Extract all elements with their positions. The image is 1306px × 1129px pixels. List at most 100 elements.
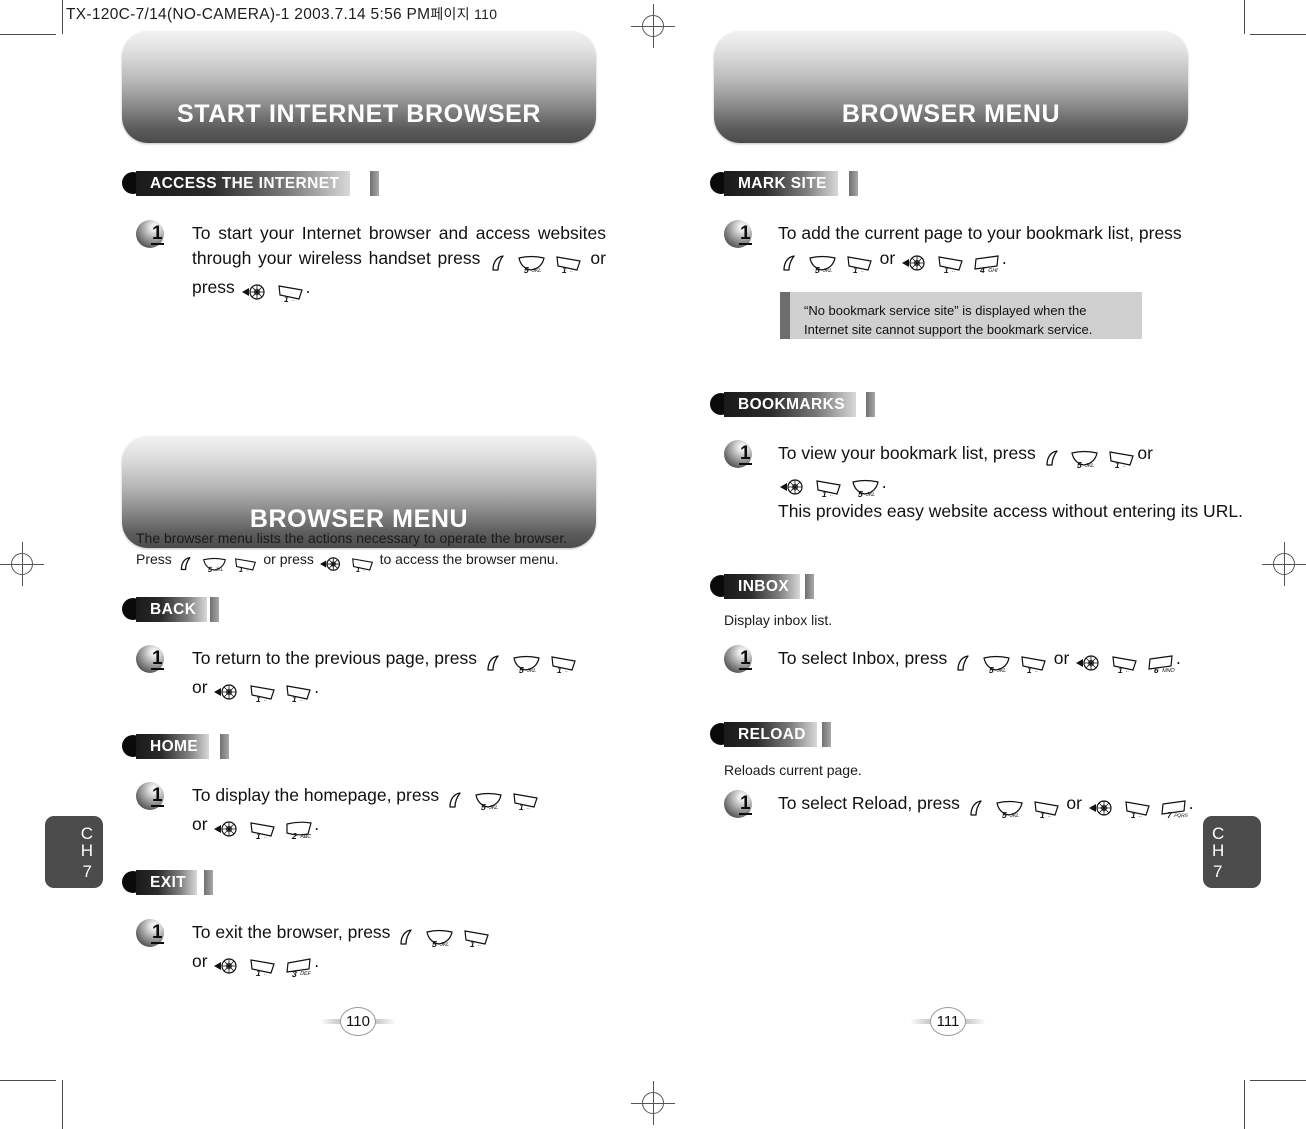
step-text-c: . bbox=[305, 277, 311, 297]
section-tick bbox=[866, 392, 875, 417]
step-number-badge: 1 bbox=[136, 782, 170, 812]
key-1-icon: 1.. bbox=[1020, 655, 1047, 675]
navigation-key-icon bbox=[241, 284, 268, 301]
key-sequence-soft-5-1: 5 JKL 1.. bbox=[395, 924, 492, 949]
navigation-key-icon bbox=[902, 255, 928, 272]
page-number-left: 110 bbox=[318, 1001, 398, 1041]
section-label: MARK SITE bbox=[738, 174, 827, 192]
page-title-banner-browser-menu-right: BROWSER MENU bbox=[714, 31, 1188, 143]
step-number: 1 bbox=[739, 648, 752, 670]
key-1-icon: 1.. bbox=[846, 255, 873, 275]
step-text-c: . bbox=[1188, 793, 1194, 813]
section-tick bbox=[822, 722, 831, 747]
note-line-2: Internet site cannot support the bookmar… bbox=[804, 322, 1093, 337]
soft-key-icon bbox=[780, 254, 799, 273]
key-sequence-soft-5-1: 5 JKL 1.. bbox=[952, 650, 1049, 675]
trim-line-bottom-left bbox=[0, 1080, 56, 1081]
section-label: BOOKMARKS bbox=[738, 395, 845, 413]
key-4-icon: 4 GHI bbox=[973, 255, 1000, 275]
soft-key-icon bbox=[489, 254, 508, 273]
navigation-key-icon bbox=[1076, 655, 1102, 672]
page-title-banner-start-internet-browser: START INTERNET BROWSER bbox=[122, 31, 596, 143]
step-text: To select Reload, press bbox=[778, 793, 960, 813]
section-label: HOME bbox=[150, 737, 199, 755]
step-number: 1 bbox=[151, 223, 164, 245]
trim-line-top-right bbox=[1250, 34, 1306, 35]
key-sequence-nav-1-7: 1.. 7 PQRS bbox=[1087, 795, 1189, 820]
section-tick bbox=[220, 734, 229, 759]
key-2-icon: 2 ABC bbox=[285, 821, 312, 841]
key-sequence-soft-5-1: 5 JKL 1.. bbox=[487, 250, 584, 275]
step-text: To select Inbox, press bbox=[778, 648, 948, 668]
key-sequence-soft-5-1: 5 JKL 1.. bbox=[778, 250, 875, 275]
key-1-icon: 1.. bbox=[234, 557, 257, 574]
soft-key-icon bbox=[397, 928, 416, 947]
step-text-c: . bbox=[314, 814, 320, 834]
key-1-icon: 1.. bbox=[550, 655, 577, 675]
key-1-icon: 1.. bbox=[937, 255, 964, 275]
step-number-badge: 1 bbox=[724, 645, 758, 675]
note-box-no-bookmark-service: “No bookmark service site” is displayed … bbox=[780, 292, 1152, 339]
step-text-c: . bbox=[1001, 248, 1007, 268]
key-5-icon: 5 JKL bbox=[474, 792, 503, 812]
chapter-tab-right: C H 7 bbox=[1203, 816, 1261, 888]
step-text-b: or bbox=[1066, 793, 1082, 813]
section-tick bbox=[805, 574, 814, 599]
step-number-badge: 1 bbox=[724, 440, 758, 470]
key-3-icon: 3 DEF bbox=[285, 958, 312, 979]
step-number: 1 bbox=[739, 443, 752, 465]
key-1-icon: 1.. bbox=[815, 479, 842, 499]
key-5-icon: 5 JKL bbox=[512, 655, 541, 675]
browser-menu-intro: The browser menu lists the actions neces… bbox=[136, 528, 606, 574]
page-title: START INTERNET BROWSER bbox=[176, 100, 542, 128]
trim-line-top-left bbox=[0, 34, 56, 35]
intro-line-2: Press 5 JKL 1.. or press 1.. to access th… bbox=[136, 551, 559, 575]
key-5-icon: 5 JKL bbox=[202, 557, 227, 574]
page-number-value: 110 bbox=[346, 1013, 370, 1030]
key-5-icon: 5 JKL bbox=[425, 929, 454, 949]
soft-key-icon bbox=[954, 654, 973, 673]
navigation-key-icon bbox=[214, 821, 240, 838]
inbox-description: Display inbox list. bbox=[724, 612, 833, 628]
step-text-b: or bbox=[879, 248, 896, 268]
key-sequence-soft-5-1: 5 JKL 1.. bbox=[482, 650, 579, 675]
key-5-icon: 5 JKL bbox=[982, 655, 1011, 675]
note-spine bbox=[780, 292, 790, 339]
soft-key-icon bbox=[484, 654, 503, 673]
soft-key-icon bbox=[178, 556, 194, 572]
step-text-c: . bbox=[314, 951, 320, 971]
soft-key-icon bbox=[446, 791, 465, 810]
key-6-icon: 6 MNO bbox=[1147, 655, 1175, 675]
step-number-badge: 1 bbox=[136, 220, 170, 250]
key-5-icon: 5 JKL bbox=[995, 800, 1024, 820]
step-text-c: . bbox=[881, 472, 887, 492]
key-1-icon: 1.. bbox=[1124, 800, 1151, 820]
page-number-value: 111 bbox=[936, 1013, 960, 1030]
chapter-tab-number: 7 bbox=[82, 862, 93, 881]
key-5-icon: 5 JKL bbox=[517, 255, 546, 275]
step-number: 1 bbox=[151, 922, 164, 944]
navigation-key-icon bbox=[780, 479, 806, 496]
key-1-icon: 1.. bbox=[512, 792, 539, 812]
trim-line-bottom-right bbox=[1250, 1080, 1306, 1081]
key-sequence-nav-1-4: 1.. 4 GHI bbox=[900, 250, 1002, 275]
chapter-tab-c: C bbox=[1212, 824, 1226, 843]
chapter-tab-h: H bbox=[1212, 841, 1226, 860]
page-number-right: 111 bbox=[908, 1001, 988, 1041]
key-sequence-nav-1-5: 1.. 5 JKL bbox=[778, 474, 882, 499]
section-tick bbox=[370, 171, 379, 196]
step-number: 1 bbox=[739, 223, 752, 245]
key-sequence-soft-5-1: 5 JKL 1.. bbox=[176, 553, 260, 574]
key-5-icon: 5 JKL bbox=[851, 479, 880, 499]
key-1-icon: 1.. bbox=[463, 929, 490, 949]
navigation-key-icon bbox=[214, 684, 240, 701]
manual-page-left: START INTERNET BROWSER ACCESS THE INTERN… bbox=[60, 0, 654, 1129]
step-text-b: or bbox=[192, 814, 208, 834]
key-sequence-soft-5-1: 5 JKL 1.. bbox=[444, 787, 541, 812]
navigation-key-icon bbox=[214, 958, 240, 975]
step-text: To view your bookmark list, press bbox=[778, 443, 1036, 463]
step-number: 1 bbox=[151, 785, 164, 807]
step-text-b: or bbox=[192, 951, 208, 971]
step-text-c: . bbox=[1175, 648, 1181, 668]
registration-mark-right bbox=[1262, 542, 1306, 586]
